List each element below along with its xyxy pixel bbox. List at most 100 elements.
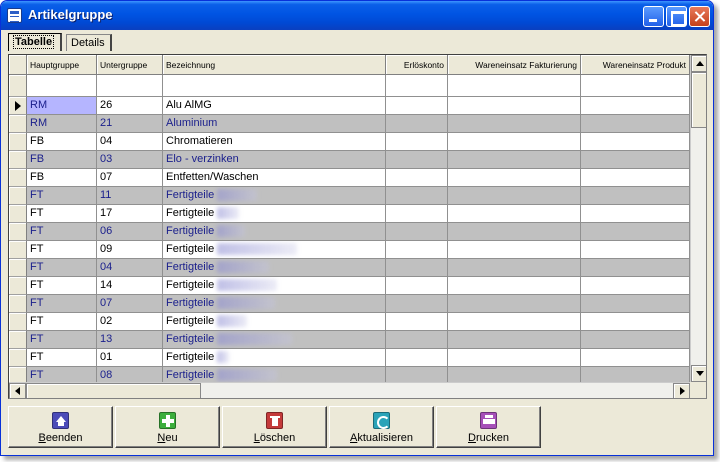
scroll-left-arrow-icon[interactable] bbox=[9, 383, 26, 398]
cell-hauptgruppe[interactable]: FT bbox=[27, 277, 97, 295]
cell-hauptgruppe[interactable]: FT bbox=[27, 223, 97, 241]
cell-bezeichnung[interactable]: Elo - verzinken bbox=[163, 151, 386, 169]
cell-wareneinsatz-produkt[interactable] bbox=[581, 151, 690, 169]
cell-wareneinsatz-produkt[interactable] bbox=[581, 295, 690, 313]
cell-wareneinsatz-produkt[interactable] bbox=[581, 133, 690, 151]
cell-erloeskonto[interactable] bbox=[386, 169, 448, 187]
new-cell-fakturierung[interactable] bbox=[448, 75, 581, 97]
row-header[interactable] bbox=[9, 277, 27, 295]
new-cell-hauptgruppe[interactable] bbox=[27, 75, 97, 97]
row-header[interactable] bbox=[9, 349, 27, 367]
tab-details[interactable]: Details bbox=[66, 34, 112, 51]
cell-bezeichnung[interactable]: Fertigteile bbox=[163, 313, 386, 331]
close-button[interactable] bbox=[689, 6, 710, 27]
cell-wareneinsatz-fakturierung[interactable] bbox=[448, 187, 581, 205]
cell-hauptgruppe[interactable]: FT bbox=[27, 187, 97, 205]
cell-untergruppe[interactable]: 17 bbox=[97, 205, 163, 223]
row-header[interactable] bbox=[9, 115, 27, 133]
cell-untergruppe[interactable]: 04 bbox=[97, 133, 163, 151]
row-header[interactable] bbox=[9, 259, 27, 277]
row-header[interactable] bbox=[9, 133, 27, 151]
loeschen-button[interactable]: Löschen bbox=[222, 406, 327, 448]
cell-bezeichnung[interactable]: Fertigteile bbox=[163, 259, 386, 277]
drucken-button[interactable]: Drucken bbox=[436, 406, 541, 448]
cell-bezeichnung[interactable]: Fertigteile bbox=[163, 277, 386, 295]
cell-hauptgruppe[interactable]: FT bbox=[27, 259, 97, 277]
row-header[interactable] bbox=[9, 151, 27, 169]
cell-bezeichnung[interactable]: Fertigteile bbox=[163, 205, 386, 223]
cell-erloeskonto[interactable] bbox=[386, 97, 448, 115]
cell-wareneinsatz-produkt[interactable] bbox=[581, 331, 690, 349]
cell-hauptgruppe[interactable]: FB bbox=[27, 169, 97, 187]
cell-bezeichnung[interactable]: Alu AlMG bbox=[163, 97, 386, 115]
maximize-button[interactable] bbox=[666, 6, 687, 27]
horizontal-scroll-thumb[interactable] bbox=[26, 383, 201, 398]
cell-untergruppe[interactable]: 07 bbox=[97, 295, 163, 313]
cell-wareneinsatz-produkt[interactable] bbox=[581, 241, 690, 259]
cell-wareneinsatz-produkt[interactable] bbox=[581, 187, 690, 205]
cell-untergruppe[interactable]: 11 bbox=[97, 187, 163, 205]
cell-erloeskonto[interactable] bbox=[386, 295, 448, 313]
row-header[interactable] bbox=[9, 241, 27, 259]
cell-hauptgruppe[interactable]: FB bbox=[27, 133, 97, 151]
beenden-button[interactable]: Beenden bbox=[8, 406, 113, 448]
cell-wareneinsatz-fakturierung[interactable] bbox=[448, 133, 581, 151]
cell-wareneinsatz-produkt[interactable] bbox=[581, 223, 690, 241]
cell-wareneinsatz-produkt[interactable] bbox=[581, 277, 690, 295]
row-header[interactable] bbox=[9, 295, 27, 313]
cell-wareneinsatz-fakturierung[interactable] bbox=[448, 151, 581, 169]
minimize-button[interactable] bbox=[643, 6, 664, 27]
cell-erloeskonto[interactable] bbox=[386, 331, 448, 349]
row-header-new[interactable] bbox=[9, 75, 27, 97]
new-cell-erloeskonto[interactable] bbox=[386, 75, 448, 97]
cell-wareneinsatz-fakturierung[interactable] bbox=[448, 349, 581, 367]
row-header[interactable] bbox=[9, 313, 27, 331]
cell-wareneinsatz-fakturierung[interactable] bbox=[448, 331, 581, 349]
cell-erloeskonto[interactable] bbox=[386, 187, 448, 205]
cell-wareneinsatz-fakturierung[interactable] bbox=[448, 295, 581, 313]
cell-hauptgruppe[interactable]: FB bbox=[27, 151, 97, 169]
column-header-wareneinsatz-fakturierung[interactable]: Wareneinsatz Fakturierung bbox=[448, 55, 581, 75]
cell-wareneinsatz-fakturierung[interactable] bbox=[448, 169, 581, 187]
cell-hauptgruppe[interactable]: FT bbox=[27, 295, 97, 313]
cell-erloeskonto[interactable] bbox=[386, 205, 448, 223]
cell-wareneinsatz-produkt[interactable] bbox=[581, 349, 690, 367]
cell-hauptgruppe[interactable]: FT bbox=[27, 313, 97, 331]
cell-erloeskonto[interactable] bbox=[386, 259, 448, 277]
scroll-right-arrow-icon[interactable] bbox=[673, 383, 690, 398]
row-header[interactable] bbox=[9, 205, 27, 223]
cell-erloeskonto[interactable] bbox=[386, 133, 448, 151]
cell-erloeskonto[interactable] bbox=[386, 277, 448, 295]
cell-bezeichnung[interactable]: Fertigteile bbox=[163, 331, 386, 349]
cell-untergruppe[interactable]: 21 bbox=[97, 115, 163, 133]
cell-untergruppe[interactable]: 26 bbox=[97, 97, 163, 115]
row-header[interactable] bbox=[9, 169, 27, 187]
cell-untergruppe[interactable]: 02 bbox=[97, 313, 163, 331]
cell-erloeskonto[interactable] bbox=[386, 349, 448, 367]
cell-erloeskonto[interactable] bbox=[386, 115, 448, 133]
cell-hauptgruppe[interactable]: RM bbox=[27, 97, 97, 115]
cell-untergruppe[interactable]: 14 bbox=[97, 277, 163, 295]
cell-untergruppe[interactable]: 09 bbox=[97, 241, 163, 259]
cell-wareneinsatz-produkt[interactable] bbox=[581, 259, 690, 277]
new-cell-bezeichnung[interactable] bbox=[163, 75, 386, 97]
cell-erloeskonto[interactable] bbox=[386, 151, 448, 169]
cell-hauptgruppe[interactable]: FT bbox=[27, 349, 97, 367]
cell-erloeskonto[interactable] bbox=[386, 313, 448, 331]
column-header-bezeichnung[interactable]: Bezeichnung bbox=[163, 55, 386, 75]
cell-bezeichnung[interactable]: Fertigteile bbox=[163, 241, 386, 259]
cell-bezeichnung[interactable]: Entfetten/Waschen bbox=[163, 169, 386, 187]
vertical-scrollbar[interactable] bbox=[690, 55, 706, 382]
cell-untergruppe[interactable]: 03 bbox=[97, 151, 163, 169]
cell-wareneinsatz-fakturierung[interactable] bbox=[448, 241, 581, 259]
cell-bezeichnung[interactable]: Aluminium bbox=[163, 115, 386, 133]
cell-untergruppe[interactable]: 04 bbox=[97, 259, 163, 277]
cell-wareneinsatz-fakturierung[interactable] bbox=[448, 97, 581, 115]
cell-bezeichnung[interactable]: Chromatieren bbox=[163, 133, 386, 151]
cell-bezeichnung[interactable]: Fertigteile bbox=[163, 349, 386, 367]
cell-wareneinsatz-produkt[interactable] bbox=[581, 313, 690, 331]
tab-tabelle[interactable]: Tabelle bbox=[8, 33, 62, 51]
cell-wareneinsatz-produkt[interactable] bbox=[581, 97, 690, 115]
cell-bezeichnung[interactable]: Fertigteile bbox=[163, 187, 386, 205]
horizontal-scrollbar[interactable] bbox=[9, 382, 690, 398]
